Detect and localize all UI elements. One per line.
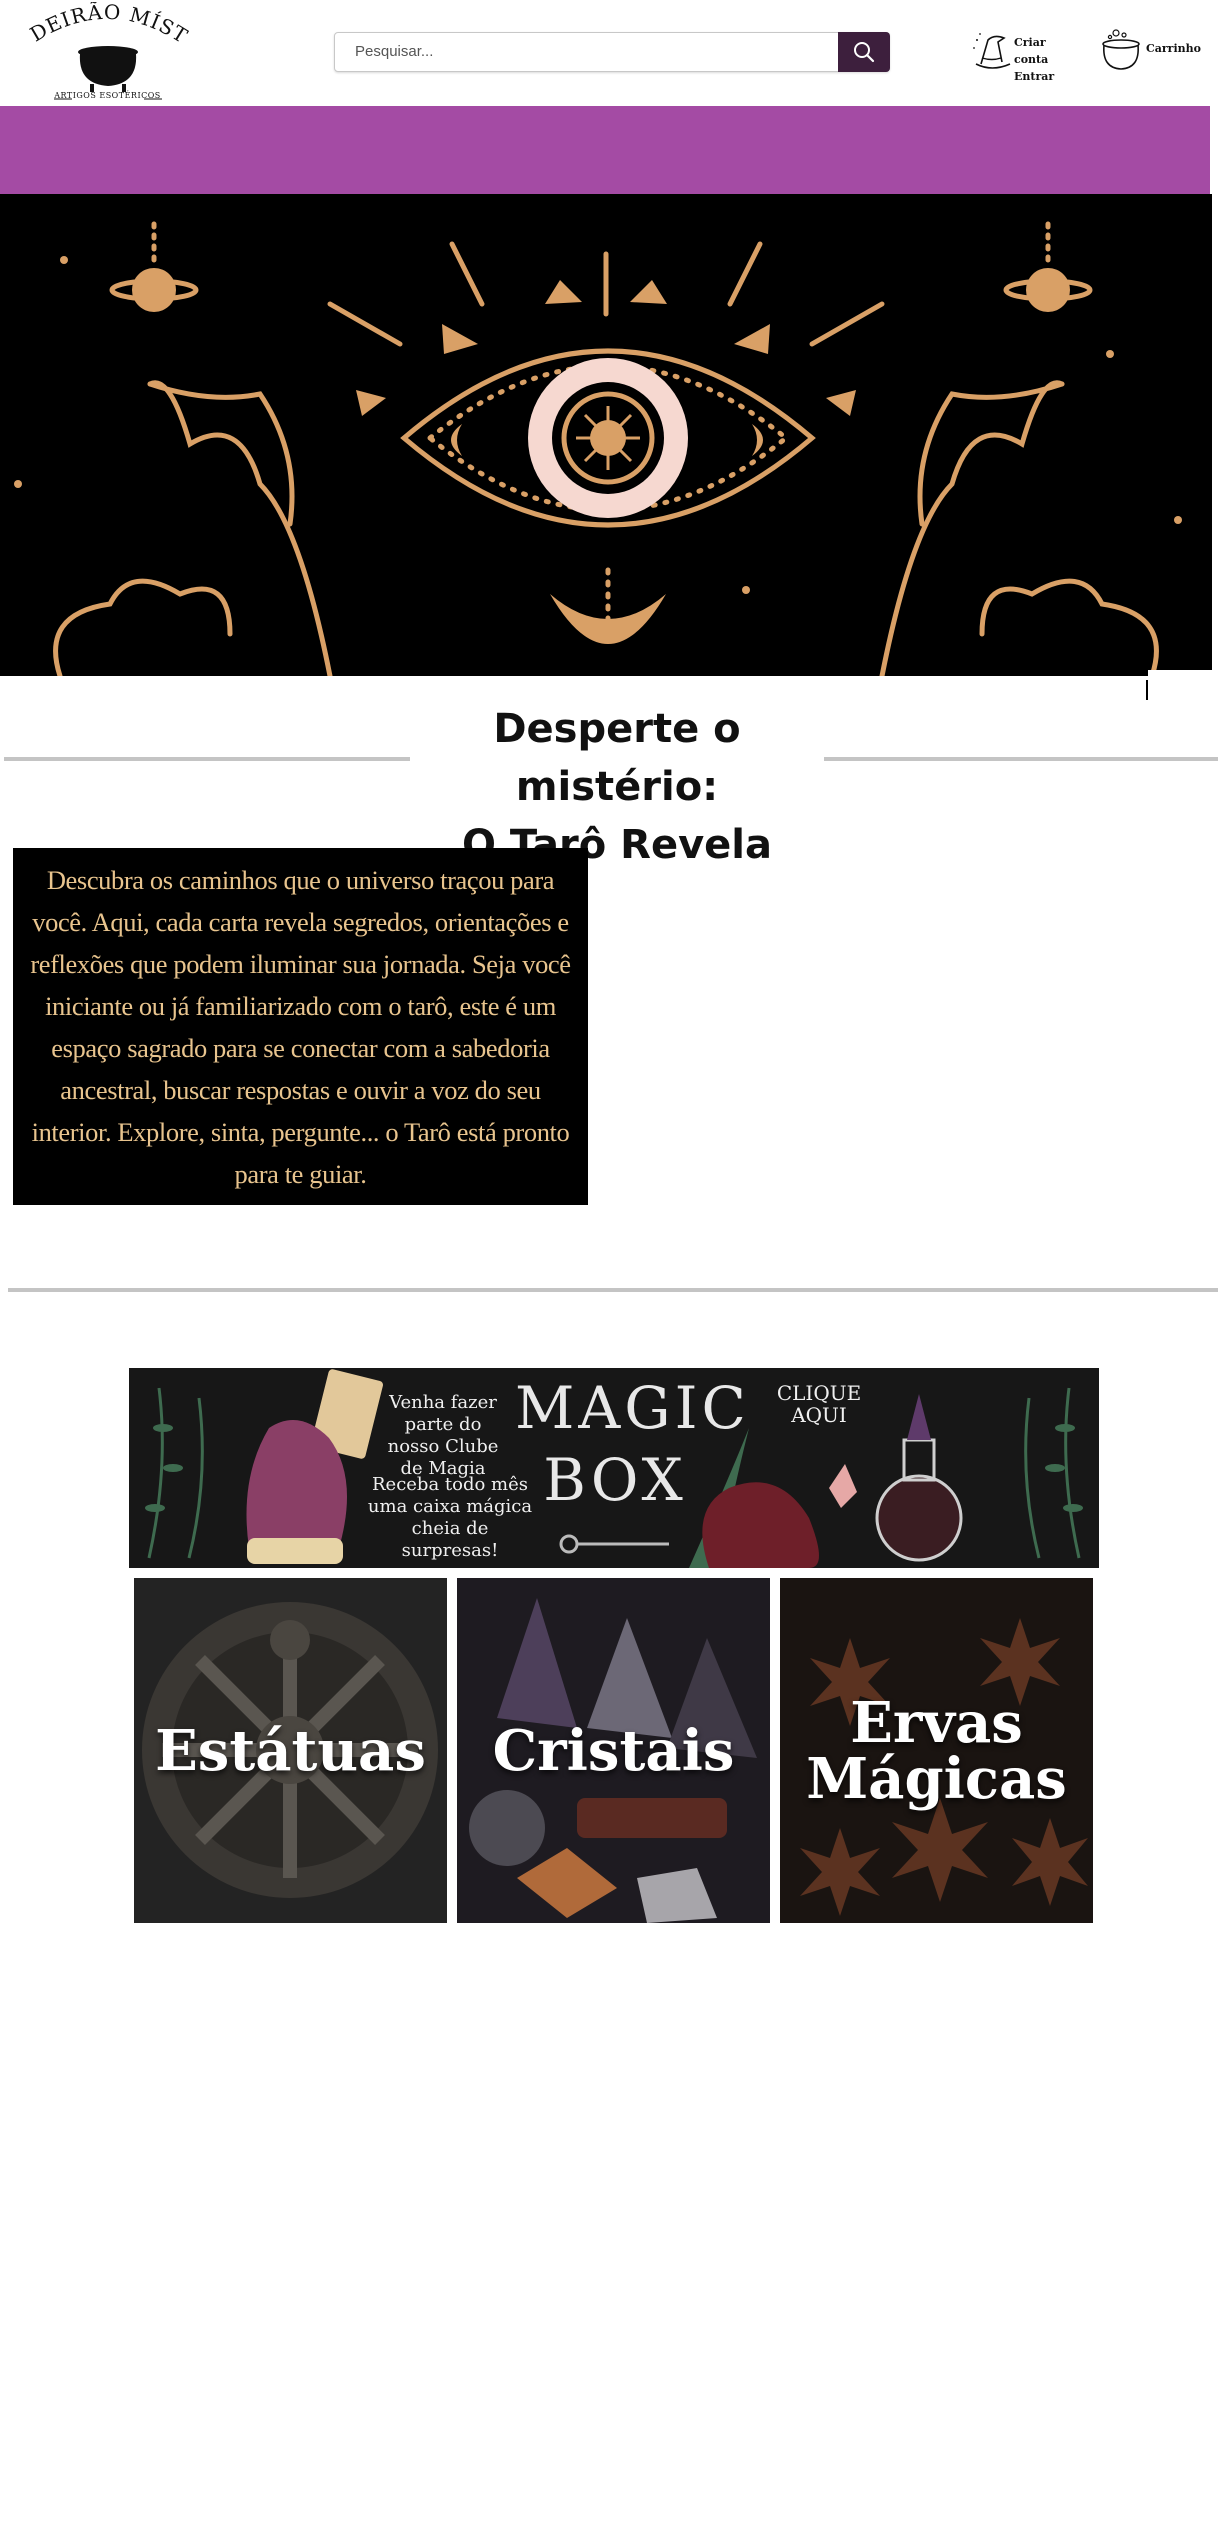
magic-box-title-2: BOX [543, 1446, 687, 1514]
cauldron-cart-icon [1102, 29, 1140, 70]
section-title-line1: Desperte o mistério: [493, 706, 741, 810]
mystic-eye-illustration [14, 221, 1182, 676]
logo-brand-text: CALDEIRÃO MÍSTICO [11, 0, 191, 48]
category-ervas-magicas-label-2: Mágicas [806, 1745, 1067, 1812]
search-input[interactable] [335, 33, 833, 69]
magic-box-title-1: MAGIC [515, 1374, 750, 1442]
magic-box-banner[interactable]: Venha fazer parte do nosso Clube de Magi… [129, 1368, 1099, 1568]
search-icon [854, 42, 875, 63]
login-label[interactable]: Entrar [1014, 68, 1080, 85]
category-ervas-magicas-label-1: Ervas [850, 1689, 1023, 1756]
nav-bar [0, 106, 1210, 194]
category-cristais[interactable]: Cristais [457, 1578, 770, 1923]
svg-text:CALDEIRÃO MÍSTICO: CALDEIRÃO MÍSTICO [20, 2, 192, 48]
tarot-intro-card: Descubra os caminhos que o universo traç… [13, 848, 588, 1205]
category-estatuas[interactable]: Estátuas [134, 1578, 447, 1923]
section-divider [8, 1288, 1218, 1292]
tarot-intro-text: Descubra os caminhos que o universo traç… [30, 864, 571, 1189]
category-ervas-magicas[interactable]: Ervas Mágicas [780, 1578, 1093, 1923]
witch-hat-icon [973, 33, 1011, 69]
hero-corner [1148, 670, 1220, 704]
category-cristais-label: Cristais [492, 1717, 735, 1784]
magic-box-cta[interactable]: CLIQUE AQUI [769, 1382, 869, 1426]
magic-box-offer: Receba todo mês uma caixa mágica cheia d… [367, 1474, 533, 1561]
category-ervas-magicas-label: Ervas Mágicas [780, 1695, 1093, 1807]
site-logo[interactable]: CALDEIRÃO MÍSTICO ARTIGOS ESOTÉRICOS [11, 0, 195, 106]
cart-link[interactable]: Carrinho [1100, 28, 1201, 74]
section-title: Desperte o mistério: O Tarô Revela [410, 700, 824, 868]
category-estatuas-label: Estátuas [155, 1717, 426, 1784]
cart-label: Carrinho [1146, 42, 1201, 55]
account-labels: Criar conta Entrar [1014, 34, 1080, 85]
logo-tagline: ARTIGOS ESOTÉRICOS [54, 91, 161, 100]
search-bar [334, 32, 890, 72]
hero-banner [0, 194, 1212, 676]
create-account-label[interactable]: Criar conta [1014, 34, 1080, 68]
hero-corner-mark [1146, 680, 1148, 700]
account-link[interactable]: Criar conta Entrar [970, 28, 1080, 83]
search-button[interactable] [838, 32, 890, 72]
magic-box-invite: Venha fazer parte do nosso Clube de Magi… [387, 1392, 499, 1479]
